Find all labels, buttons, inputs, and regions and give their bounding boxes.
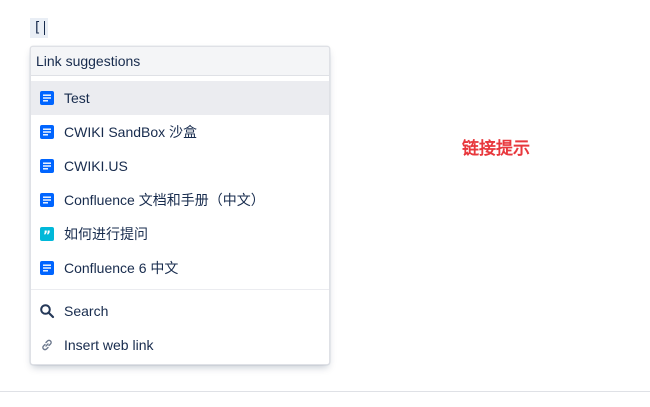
insert-web-link-label: Insert web link [64, 337, 154, 353]
typed-bracket: [ [33, 20, 42, 36]
suggestion-item-sandbox[interactable]: CWIKI SandBox 沙盒 [31, 115, 329, 149]
suggestion-item-confluence-docs[interactable]: Confluence 文档和手册（中文） [31, 183, 329, 217]
editor-text-line[interactable]: [ [30, 18, 49, 38]
suggestion-label: 如何进行提问 [64, 226, 148, 242]
search-icon [39, 303, 55, 319]
link-icon [39, 337, 55, 353]
text-caret [44, 21, 46, 35]
page-icon [39, 90, 55, 106]
suggestion-label: CWIKI.US [64, 158, 128, 174]
search-action-label: Search [64, 303, 109, 319]
page-icon [39, 158, 55, 174]
search-action[interactable]: Search [31, 294, 329, 328]
page-icon [39, 124, 55, 140]
suggestion-label: Test [64, 90, 90, 106]
insert-web-link-action[interactable]: Insert web link [31, 328, 329, 362]
suggestion-label: CWIKI SandBox 沙盒 [64, 124, 198, 140]
link-suggestions-popup: Link suggestions Test CWIKI SandBox 沙盒 C… [30, 46, 330, 365]
page-icon [39, 192, 55, 208]
bottom-divider [0, 391, 650, 392]
popup-header-label: Link suggestions [36, 53, 141, 69]
suggestion-item-how-to-ask[interactable]: ” 如何进行提问 [31, 217, 329, 251]
suggestion-label: Confluence 文档和手册（中文） [64, 192, 265, 208]
suggestion-label: Confluence 6 中文 [64, 260, 179, 276]
popup-header: Link suggestions [31, 47, 329, 76]
suggestion-item-cwiki-us[interactable]: CWIKI.US [31, 149, 329, 183]
divider [31, 289, 329, 290]
quote-icon: ” [39, 226, 55, 242]
suggestion-list: Test CWIKI SandBox 沙盒 CWIKI.US Confluenc… [31, 76, 329, 285]
page-icon [39, 260, 55, 276]
annotation-label: 链接提示 [462, 139, 530, 159]
svg-text:”: ” [43, 229, 51, 243]
suggestion-item-test[interactable]: Test [31, 81, 329, 115]
suggestion-item-confluence-6[interactable]: Confluence 6 中文 [31, 251, 329, 285]
